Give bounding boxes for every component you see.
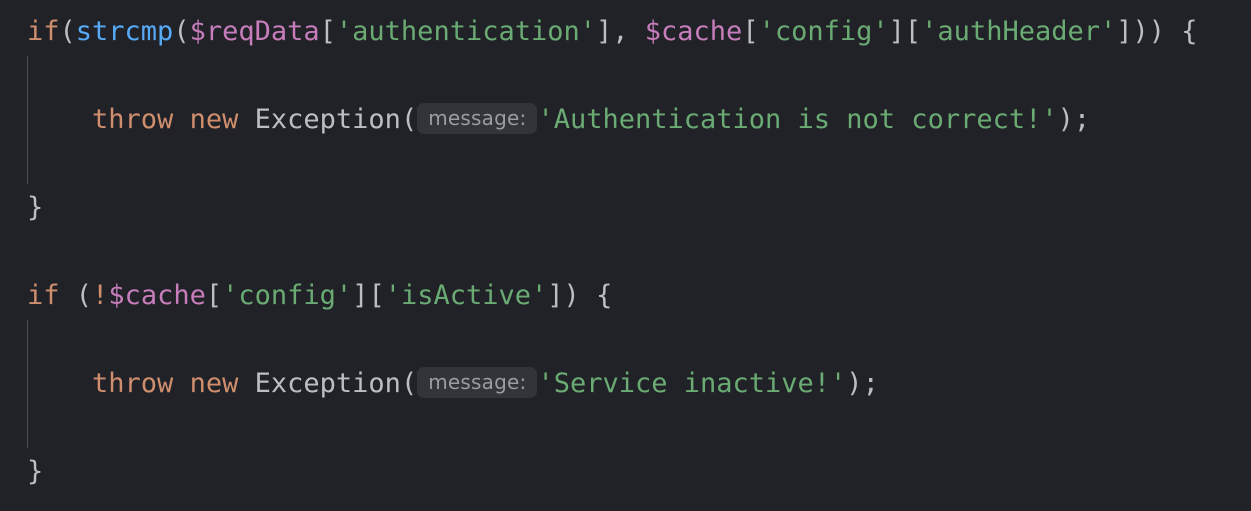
string-token: 'authentication': [335, 16, 596, 47]
punctuation-token: ]: [547, 280, 564, 311]
function-token: strcmp: [75, 16, 174, 47]
code-editor-text-area[interactable]: if(strcmp($reqData['authentication'], $c…: [0, 0, 1251, 511]
punctuation-token: (: [400, 104, 418, 135]
punctuation-token: [: [368, 280, 385, 311]
inline-parameter-hint-badge[interactable]: message:: [417, 367, 538, 398]
variable-token: $reqData: [189, 16, 320, 47]
keyword-token: throw: [92, 104, 174, 135]
punctuation-token: {: [596, 280, 613, 311]
class-name-token: Exception: [254, 104, 401, 135]
punctuation-token: ): [563, 280, 580, 311]
punctuation-token: ]: [1116, 16, 1133, 47]
variable-token: $cache: [644, 16, 743, 47]
code-line[interactable]: throw new Exception(message: 'Authenticat…: [27, 98, 1090, 142]
code-line[interactable]: }: [27, 186, 43, 230]
punctuation-token: ;: [862, 368, 879, 399]
punctuation-token: (: [75, 280, 93, 311]
punctuation-token: ): [846, 368, 863, 399]
punctuation-token: ]: [596, 16, 613, 47]
punctuation-token: ): [1057, 104, 1074, 135]
punctuation-token: )): [1132, 16, 1166, 47]
punctuation-token: ]: [352, 280, 369, 311]
string-token: 'isActive': [384, 280, 548, 311]
punctuation-token: [: [904, 16, 922, 47]
punctuation-token: ;: [1073, 104, 1091, 135]
keyword-token: throw: [92, 368, 174, 399]
punctuation-token: }: [27, 192, 44, 223]
punctuation-token: [: [205, 280, 223, 311]
code-line[interactable]: if(strcmp($reqData['authentication'], $c…: [27, 10, 1198, 54]
punctuation-token: {: [1181, 16, 1198, 47]
punctuation-token: ]: [888, 16, 905, 47]
punctuation-token: [: [742, 16, 759, 47]
punctuation-token: (: [59, 16, 76, 47]
punctuation-token: [: [319, 16, 336, 47]
keyword-token: !: [92, 280, 109, 311]
code-line[interactable]: if (!$cache['config']['isActive']) {: [27, 274, 612, 318]
string-token: 'config': [222, 280, 353, 311]
variable-token: $cache: [108, 280, 206, 311]
punctuation-token: }: [27, 456, 44, 487]
keyword-token: if: [27, 16, 60, 47]
punctuation-token: (: [400, 368, 418, 399]
string-token: 'authHeader': [921, 16, 1117, 47]
string-token: 'config': [758, 16, 889, 47]
keyword-token: new: [189, 104, 239, 135]
code-line[interactable]: }: [27, 450, 43, 494]
inline-parameter-hint-badge[interactable]: message:: [417, 103, 538, 134]
code-line[interactable]: throw new Exception(message: 'Service ina…: [27, 362, 879, 406]
string-token: 'Authentication is not correct!': [537, 104, 1058, 135]
keyword-token: new: [189, 368, 239, 399]
code-editor[interactable]: if(strcmp($reqData['authentication'], $c…: [0, 0, 1251, 511]
keyword-token: if: [27, 280, 60, 311]
punctuation-token: ,: [612, 16, 645, 47]
string-token: 'Service inactive!': [537, 368, 847, 399]
class-name-token: Exception: [254, 368, 401, 399]
punctuation-token: (: [173, 16, 190, 47]
